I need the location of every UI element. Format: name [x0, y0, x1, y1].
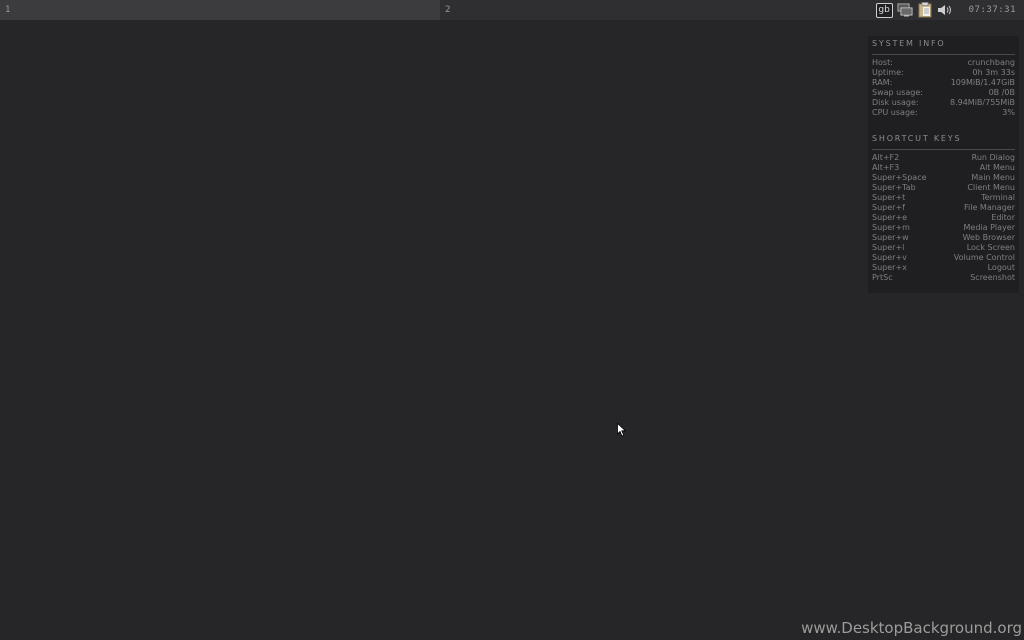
shortcut-action: Web Browser	[962, 233, 1015, 242]
shortcut-row: Super+Tab Client Menu	[872, 183, 1015, 193]
shortcut-action: Screenshot	[970, 273, 1015, 282]
info-value: 8.94MiB/755MiB	[949, 98, 1015, 107]
system-info-row: RAM: 109MiB/1.47GiB	[872, 78, 1015, 88]
watermark-text: www.DesktopBackground.org	[801, 619, 1022, 637]
shortcut-action: Terminal	[981, 193, 1015, 202]
system-info-row: Host: crunchbang	[872, 58, 1015, 68]
system-info-row: Swap usage: 0B /0B	[872, 88, 1015, 98]
shortcut-row: Super+v Volume Control	[872, 253, 1015, 263]
desktop-1-label: 1	[5, 5, 11, 15]
info-value: 3%	[1002, 108, 1015, 117]
shortcut-action: File Manager	[964, 203, 1015, 212]
shortcut-action: Main Menu	[971, 173, 1015, 182]
keyboard-layout-indicator[interactable]: gb	[875, 2, 893, 18]
shortcut-row: Super+Space Main Menu	[872, 173, 1015, 183]
shortcut-row: Super+l Lock Screen	[872, 243, 1015, 253]
shortcut-row: Alt+F2 Run Dialog	[872, 153, 1015, 163]
shortcut-key: Alt+F3	[872, 163, 900, 172]
system-tray: gb 07:37:31	[875, 0, 1024, 20]
mouse-cursor-icon	[617, 422, 627, 437]
shortcut-key: Super+Space	[872, 173, 927, 182]
info-label: CPU usage:	[872, 108, 918, 117]
shortcut-row: Alt+F3 Alt Menu	[872, 163, 1015, 173]
desktop-2-button[interactable]: 2	[440, 0, 640, 20]
network-icon[interactable]	[897, 2, 913, 18]
shortcut-keys-title: SHORTCUT KEYS	[872, 134, 1015, 150]
system-info-row: Disk usage: 8.94MiB/755MiB	[872, 98, 1015, 108]
shortcut-row: PrtSc Screenshot	[872, 273, 1015, 283]
shortcut-key: Super+f	[872, 203, 905, 212]
shortcut-key: Super+m	[872, 223, 910, 232]
shortcut-key: Super+Tab	[872, 183, 916, 192]
shortcut-row: Super+w Web Browser	[872, 233, 1015, 243]
shortcut-key: Super+x	[872, 263, 907, 272]
info-label: Swap usage:	[872, 88, 923, 97]
shortcut-row: Super+t Terminal	[872, 193, 1015, 203]
shortcut-action: Alt Menu	[979, 163, 1015, 172]
shortcut-key: PrtSc	[872, 273, 893, 282]
shortcut-action: Client Menu	[967, 183, 1015, 192]
system-info-title: SYSTEM INFO	[872, 39, 1015, 55]
shortcut-action: Run Dialog	[971, 153, 1015, 162]
shortcut-key: Super+v	[872, 253, 907, 262]
shortcut-action: Volume Control	[953, 253, 1015, 262]
info-value: crunchbang	[967, 58, 1015, 67]
shortcut-key: Super+l	[872, 243, 905, 252]
shortcut-row: Super+m Media Player	[872, 223, 1015, 233]
info-value: 0B /0B	[988, 88, 1015, 97]
shortcut-key: Super+w	[872, 233, 909, 242]
shortcut-row: Super+f File Manager	[872, 203, 1015, 213]
desktop-1-button[interactable]: 1	[0, 0, 440, 20]
info-label: RAM:	[872, 78, 893, 87]
clipboard-icon[interactable]	[917, 2, 933, 18]
info-label: Uptime:	[872, 68, 904, 77]
system-info-row: CPU usage: 3%	[872, 108, 1015, 118]
shortcut-keys-list: Alt+F2 Run Dialog Alt+F3 Alt Menu Super+Sp…	[872, 153, 1015, 283]
shortcut-key: Alt+F2	[872, 153, 900, 162]
shortcut-key: Super+e	[872, 213, 908, 222]
desktop-2-label: 2	[445, 5, 451, 15]
shortcut-action: Logout	[987, 263, 1015, 272]
info-label: Host:	[872, 58, 893, 67]
volume-icon[interactable]	[937, 2, 953, 18]
system-info-row: Uptime: 0h 3m 33s	[872, 68, 1015, 78]
info-value: 0h 3m 33s	[972, 68, 1015, 77]
shortcut-action: Editor	[991, 213, 1015, 222]
info-value: 109MiB/1.47GiB	[950, 78, 1015, 87]
info-label: Disk usage:	[872, 98, 919, 107]
shortcut-key: Super+t	[872, 193, 906, 202]
system-info-list: Host: crunchbang Uptime: 0h 3m 33s RAM: 109…	[872, 58, 1015, 118]
taskbar: 1 2 gb 07:37:31	[0, 0, 1024, 20]
shortcut-row: Super+e Editor	[872, 213, 1015, 223]
shortcut-action: Media Player	[963, 223, 1015, 232]
clock[interactable]: 07:37:31	[969, 5, 1016, 15]
shortcut-row: Super+x Logout	[872, 263, 1015, 273]
shortcut-action: Lock Screen	[966, 243, 1015, 252]
system-info-widget: SYSTEM INFO Host: crunchbang Uptime: 0h 3m…	[868, 36, 1019, 293]
